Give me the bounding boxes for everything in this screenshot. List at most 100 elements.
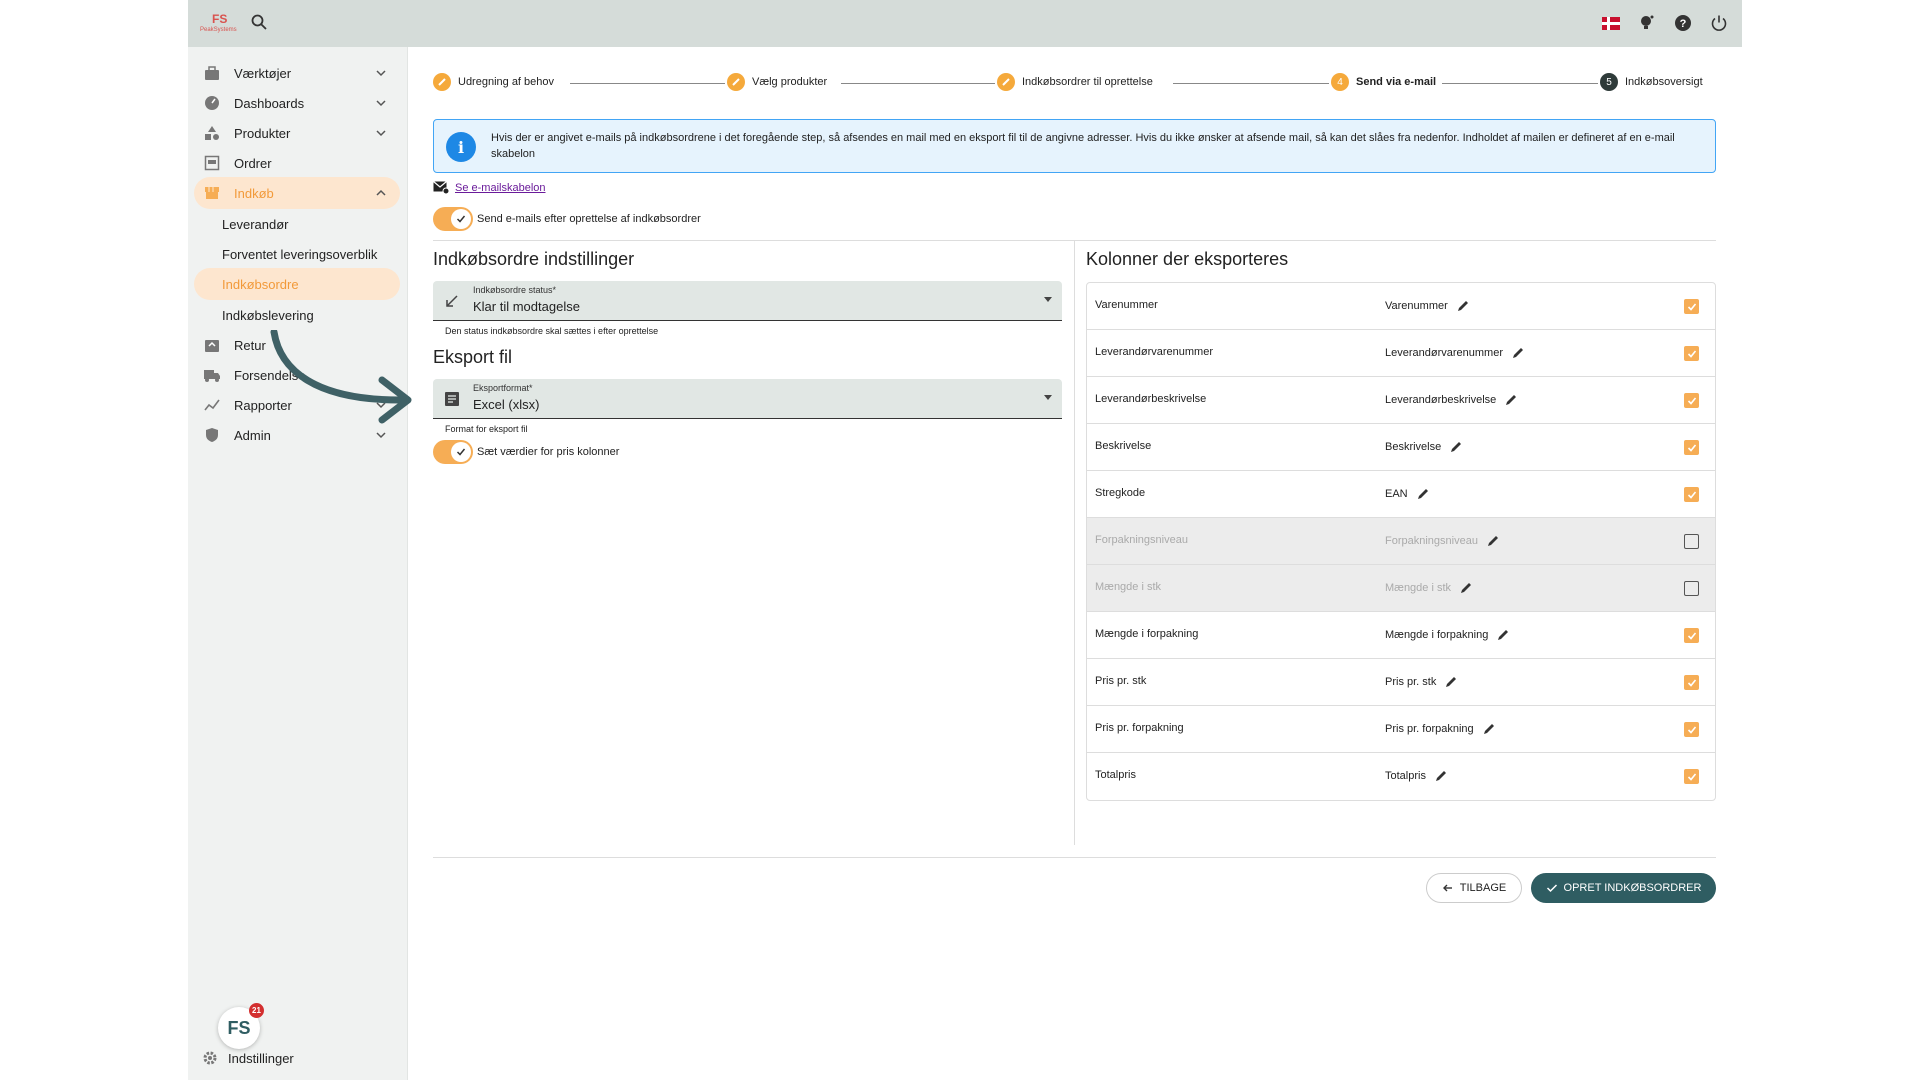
- gear-icon: [203, 1051, 217, 1065]
- edit-pencil-icon[interactable]: [1416, 487, 1430, 501]
- top-bar: FS PeakSystems ?: [188, 0, 1742, 47]
- lightbulb-icon[interactable]: [1634, 11, 1660, 35]
- sidebar-item-label: Værktøjer: [234, 65, 292, 81]
- column-name: Mængde i forpakning: [1095, 628, 1199, 640]
- column-name: Mængde i stk: [1095, 581, 1162, 593]
- edit-pencil-icon[interactable]: [1482, 722, 1496, 736]
- sidebar-item-dashboards[interactable]: Dashboards: [194, 87, 400, 119]
- table-row: Mængde i forpakning Mængde i forpakning: [1087, 612, 1715, 659]
- step-label: Send via e-mail: [1356, 76, 1437, 88]
- back-button[interactable]: TILBAGE: [1426, 873, 1522, 903]
- reports-icon: [202, 395, 222, 415]
- step-vaelg-produkter[interactable]: Vælg produkter: [727, 73, 827, 91]
- include-checkbox[interactable]: [1684, 440, 1699, 455]
- chevron-down-icon: [376, 130, 386, 137]
- table-row: Mængde i stk Mængde i stk: [1087, 565, 1715, 612]
- export-format-select[interactable]: Eksportformat* Excel (xlsx): [433, 379, 1062, 419]
- app-logo[interactable]: FS PeakSystems: [198, 9, 242, 37]
- include-checkbox[interactable]: [1684, 581, 1699, 596]
- settings-title: Indkøbsordre indstillinger: [433, 249, 635, 269]
- sidebar-item-label: Indkøbsordre: [222, 276, 299, 292]
- edit-pencil-icon[interactable]: [1444, 675, 1458, 689]
- sidebar-item-produkter[interactable]: Produkter: [194, 117, 400, 149]
- price-columns-toggle[interactable]: [433, 440, 473, 464]
- include-checkbox[interactable]: [1684, 628, 1699, 643]
- spreadsheet-icon: [445, 392, 459, 406]
- admin-icon: [202, 425, 222, 445]
- svg-text:?: ?: [1680, 18, 1687, 30]
- sidebar-item-ordrer[interactable]: Ordrer: [194, 147, 400, 179]
- step-send-via-email[interactable]: 4 Send via e-mail: [1331, 73, 1436, 91]
- sidebar-item-retur[interactable]: Retur: [194, 329, 400, 361]
- orders-icon: [202, 153, 222, 173]
- badge-logo: FS: [227, 1017, 251, 1038]
- logo-mark: FS: [212, 12, 228, 26]
- status-select[interactable]: Indkøbsordre status* Klar til modtagelse: [433, 281, 1062, 321]
- table-row: Stregkode EAN: [1087, 471, 1715, 518]
- table-row: Totalpris Totalpris: [1087, 753, 1715, 800]
- shipping-icon: [202, 365, 222, 385]
- price-toggle-label: Sæt værdier for pris kolonner: [477, 446, 620, 458]
- step-indkoebsordrer-til-oprettelse[interactable]: Indkøbsordrer til oprettelse: [997, 73, 1153, 91]
- price-toggle-row: Sæt værdier for pris kolonner: [433, 440, 619, 464]
- send-emails-toggle[interactable]: [433, 207, 473, 231]
- include-checkbox[interactable]: [1684, 534, 1699, 549]
- logo-name: PeakSystems: [200, 27, 237, 33]
- column-name: Beskrivelse: [1095, 440, 1152, 452]
- include-checkbox[interactable]: [1684, 769, 1699, 784]
- sidebar-item-rapporter[interactable]: Rapporter: [194, 389, 400, 421]
- edit-pencil-icon[interactable]: [1511, 346, 1525, 360]
- edit-pencil-icon[interactable]: [1486, 534, 1500, 548]
- arrow-down-left-icon: [446, 295, 458, 307]
- sidebar-item-label: Indkøb: [234, 185, 274, 201]
- edit-pencil-icon[interactable]: [1496, 628, 1510, 642]
- edit-pencil-icon[interactable]: [1434, 769, 1448, 783]
- sidebar-item-label: Produkter: [234, 125, 291, 141]
- include-checkbox[interactable]: [1684, 487, 1699, 502]
- include-checkbox[interactable]: [1684, 393, 1699, 408]
- sidebar-subitem-indkoebslevering[interactable]: Indkøbslevering: [194, 299, 400, 331]
- include-checkbox[interactable]: [1684, 722, 1699, 737]
- include-checkbox[interactable]: [1684, 299, 1699, 314]
- status-select-label: Indkøbsordre status*: [473, 285, 557, 295]
- column-name: Pris pr. forpakning: [1095, 722, 1184, 734]
- sidebar-item-settings[interactable]: Indstillinger: [202, 1050, 294, 1066]
- fs-assistant-badge[interactable]: FS 21: [218, 1003, 264, 1049]
- edit-pencil-icon[interactable]: [1504, 393, 1518, 407]
- search-icon[interactable]: [250, 13, 270, 33]
- include-checkbox[interactable]: [1684, 675, 1699, 690]
- step-label: Udregning af behov: [458, 76, 555, 88]
- column-alias: Pris pr. forpakning: [1385, 723, 1474, 735]
- step-udregning[interactable]: Udregning af behov: [433, 73, 554, 91]
- sidebar-subitem-indkoebsordre[interactable]: Indkøbsordre: [194, 268, 400, 300]
- sidebar-subitem-leverandoer[interactable]: Leverandør: [194, 208, 400, 240]
- sidebar-item-forsendelse[interactable]: Forsendelse: [194, 359, 400, 391]
- danish-flag-icon[interactable]: [1598, 11, 1624, 35]
- edit-pencil-icon[interactable]: [1449, 440, 1463, 454]
- email-template-link[interactable]: Se e-mailskabelon: [455, 182, 546, 194]
- sidebar-item-admin[interactable]: Admin: [194, 419, 400, 451]
- edit-pencil-icon[interactable]: [1459, 581, 1473, 595]
- sidebar-item-label: Indkøbslevering: [222, 307, 314, 323]
- include-checkbox[interactable]: [1684, 346, 1699, 361]
- power-icon[interactable]: [1706, 11, 1732, 35]
- step-connector: [841, 83, 995, 84]
- sidebar-item-label: Forsendelse: [234, 367, 306, 383]
- column-alias: Leverandørvarenummer: [1385, 347, 1503, 359]
- sidebar-subitem-forventet-leveringsoverblik[interactable]: Forventet leveringsoverblik: [194, 238, 400, 270]
- column-alias: Totalpris: [1385, 770, 1426, 782]
- column-alias: Pris pr. stk: [1385, 676, 1437, 688]
- table-row: Forpakningsniveau Forpakningsniveau: [1087, 518, 1715, 565]
- step-indkoebsoversigt[interactable]: 5 Indkøbsoversigt: [1600, 73, 1703, 91]
- help-icon[interactable]: ?: [1670, 11, 1696, 35]
- notification-count-badge: 21: [249, 1003, 264, 1018]
- column-alias: Varenummer: [1385, 300, 1448, 312]
- sidebar-item-vaerktoejer[interactable]: Værktøjer: [194, 57, 400, 89]
- dropdown-arrow-icon: [1044, 395, 1052, 400]
- edit-pencil-icon[interactable]: [1456, 299, 1470, 313]
- create-purchase-orders-button[interactable]: OPRET INDKØBSORDRER: [1531, 873, 1716, 903]
- divider: [433, 857, 1716, 858]
- sidebar-item-indkoeb[interactable]: Indkøb: [194, 177, 400, 209]
- step-label: Vælg produkter: [752, 76, 828, 88]
- purchase-icon: [202, 183, 222, 203]
